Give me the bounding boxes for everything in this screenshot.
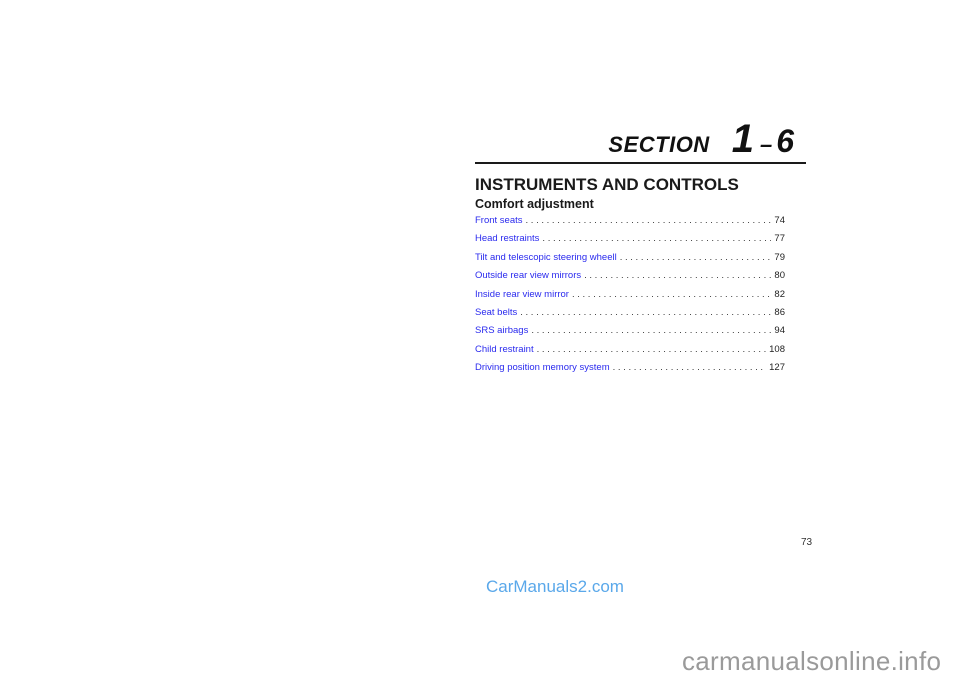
toc-leader-dots bbox=[531, 325, 771, 336]
toc-link[interactable]: Head restraints bbox=[475, 233, 542, 244]
watermark-carmanualsonline[interactable]: carmanualsonline.info bbox=[682, 646, 941, 677]
toc-page-number: 77 bbox=[774, 233, 785, 245]
toc-page-number: 108 bbox=[769, 343, 785, 355]
toc-page-number: 79 bbox=[774, 251, 785, 263]
toc-item[interactable]: SRS airbags 94 bbox=[475, 325, 785, 343]
toc-leader-dots bbox=[537, 344, 767, 355]
toc-link[interactable]: Seat belts bbox=[475, 307, 520, 318]
toc-item[interactable]: Child restraint 108 bbox=[475, 344, 785, 362]
toc-leader-dots bbox=[542, 233, 771, 244]
toc-link[interactable]: SRS airbags bbox=[475, 325, 531, 336]
toc-leader-dots bbox=[526, 215, 772, 226]
toc-item[interactable]: Outside rear view mirrors 80 bbox=[475, 270, 785, 288]
toc-leader-dots bbox=[584, 270, 771, 281]
section-word: SECTION bbox=[608, 132, 710, 157]
toc-leader-dots bbox=[620, 252, 772, 263]
toc-link[interactable]: Tilt and telescopic steering wheell bbox=[475, 252, 620, 263]
page-number: 73 bbox=[801, 537, 813, 548]
section-number: 1 bbox=[731, 117, 754, 161]
section-header: SECTION 1–6 bbox=[475, 119, 806, 164]
toc-item[interactable]: Head restraints 77 bbox=[475, 233, 785, 251]
toc-item[interactable]: Tilt and telescopic steering wheell 79 bbox=[475, 252, 785, 270]
toc-item[interactable]: Seat belts 86 bbox=[475, 307, 785, 325]
section-rule bbox=[475, 162, 806, 164]
page-subtitle: Comfort adjustment bbox=[475, 197, 594, 211]
watermark-carmanuals2[interactable]: CarManuals2.com bbox=[486, 577, 624, 597]
toc-page-number: 74 bbox=[774, 215, 785, 226]
section-title: SECTION 1–6 bbox=[608, 119, 794, 160]
section-dash: – bbox=[759, 132, 773, 157]
section-subnumber: 6 bbox=[776, 123, 794, 159]
toc-item[interactable]: Front seats 74 bbox=[475, 215, 785, 233]
toc-leader-dots bbox=[572, 289, 771, 300]
toc-page-number: 80 bbox=[774, 270, 785, 282]
page-title: INSTRUMENTS AND CONTROLS bbox=[475, 175, 739, 194]
toc-link[interactable]: Outside rear view mirrors bbox=[475, 270, 584, 281]
toc-item[interactable]: Inside rear view mirror 82 bbox=[475, 289, 785, 307]
toc-link[interactable]: Inside rear view mirror bbox=[475, 289, 572, 300]
toc-link[interactable]: Driving position memory system bbox=[475, 362, 613, 373]
toc-link[interactable]: Front seats bbox=[475, 215, 526, 226]
toc-page-number: 127 bbox=[769, 362, 785, 374]
toc-leader-dots bbox=[520, 307, 771, 318]
toc-page-number: 94 bbox=[774, 325, 785, 337]
table-of-contents: Front seats 74 Head restraints 77 Tilt a… bbox=[475, 215, 785, 381]
toc-page-number: 86 bbox=[774, 306, 785, 318]
toc-link[interactable]: Child restraint bbox=[475, 344, 537, 355]
toc-item[interactable]: Driving position memory system 127 bbox=[475, 362, 785, 380]
toc-leader-dots bbox=[613, 362, 767, 373]
toc-page-number: 82 bbox=[774, 288, 785, 300]
